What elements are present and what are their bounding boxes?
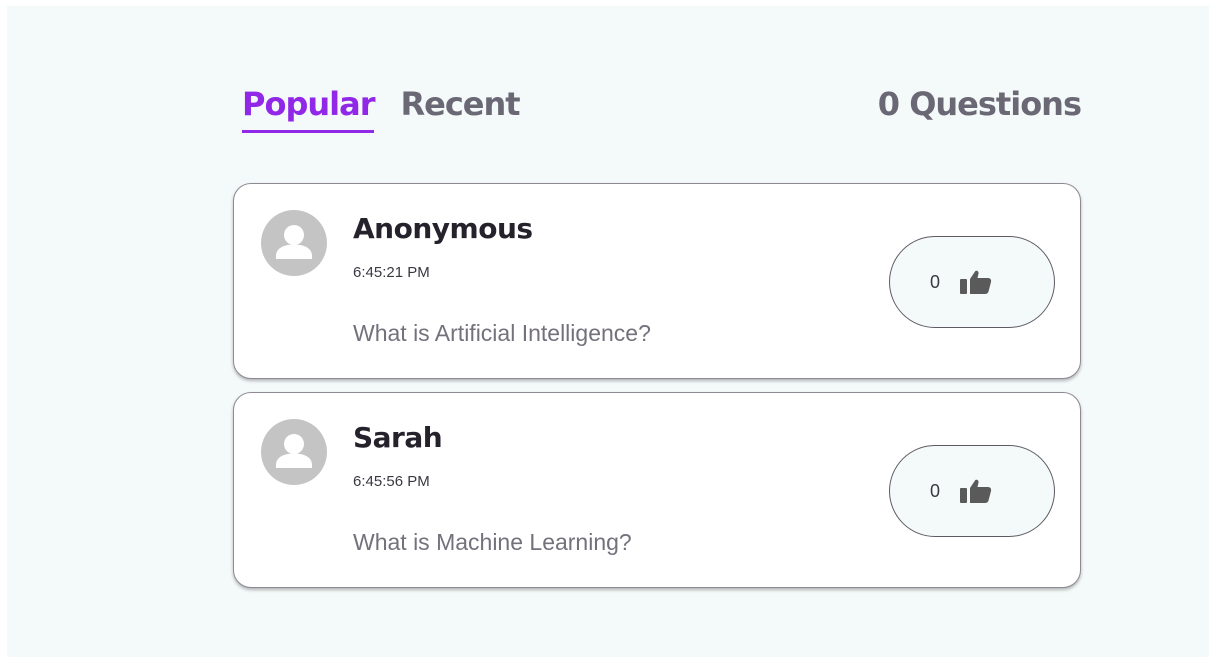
- question-card: Anonymous 6:45:21 PM What is Artificial …: [233, 183, 1081, 379]
- tab-recent[interactable]: Recent: [400, 82, 520, 130]
- question-card: Sarah 6:45:56 PM What is Machine Learnin…: [233, 392, 1081, 588]
- user-avatar-icon: [261, 210, 327, 276]
- like-count: 0: [930, 271, 941, 292]
- like-button[interactable]: 0: [889, 445, 1055, 537]
- like-button[interactable]: 0: [889, 236, 1055, 328]
- question-author: Sarah: [353, 421, 443, 454]
- question-author: Anonymous: [353, 212, 533, 245]
- question-time: 6:45:56 PM: [353, 473, 430, 490]
- thumbs-up-icon: [960, 479, 992, 503]
- like-count: 0: [930, 480, 941, 501]
- question-count: 0 Questions: [877, 85, 1082, 123]
- question-text: What is Artificial Intelligence?: [353, 320, 651, 346]
- tab-popular[interactable]: Popular: [242, 82, 375, 133]
- question-time: 6:45:21 PM: [353, 264, 430, 281]
- tab-bar: Popular Recent: [242, 82, 521, 133]
- thumbs-up-icon: [960, 270, 992, 294]
- user-avatar-icon: [261, 419, 327, 485]
- question-text: What is Machine Learning?: [353, 529, 632, 555]
